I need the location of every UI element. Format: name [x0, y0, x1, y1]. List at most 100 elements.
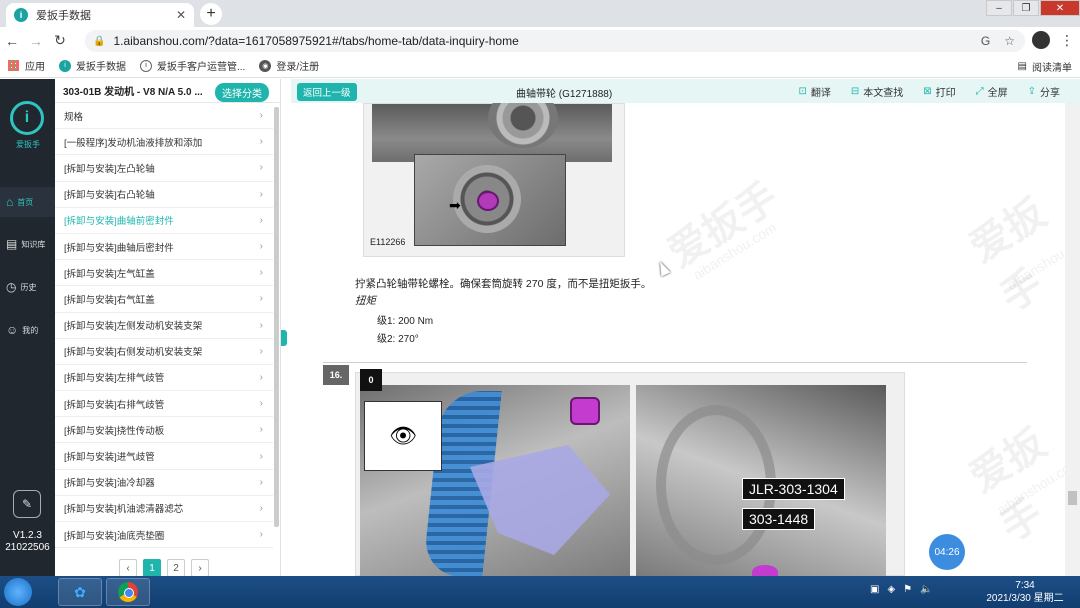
chevron-right-icon: ›: [259, 502, 263, 514]
toolbar-actions: ⊡ 翻译 ⊟ 本文查找 ⊠ 打印 ⤢ 全屏 ⇪ 分享: [798, 84, 1060, 99]
taskbar-clock[interactable]: 7:34 2021/3/30 星期二: [980, 579, 1070, 605]
chrome-logo-icon: [118, 582, 138, 602]
rail-item-mine[interactable]: ☺ 我的: [0, 315, 55, 345]
clock-icon: ◷: [6, 280, 17, 294]
category-item[interactable]: [拆卸与安装]机油滤清器滤芯 ›: [55, 496, 273, 522]
content-scrollbar[interactable]: [1065, 103, 1080, 576]
google-translate-icon[interactable]: G: [981, 34, 990, 48]
category-item[interactable]: [拆卸与安装]油冷却器 ›: [55, 470, 273, 496]
category-item-label: [拆卸与安装]右排气歧管: [64, 399, 165, 411]
url-input[interactable]: 🔒 1.aibanshou.com/?data=1617058975921#/t…: [85, 30, 1025, 52]
toolbar-share-button[interactable]: ⇪ 分享: [1028, 84, 1060, 99]
category-item[interactable]: [拆卸与安装]曲轴前密封件 ›: [55, 208, 273, 234]
timer-badge[interactable]: 04:26: [929, 534, 965, 570]
chevron-right-icon: ›: [259, 424, 263, 436]
bookmark-apps[interactable]: 应用: [8, 58, 45, 73]
rail-item-history[interactable]: ◷ 历史: [0, 272, 55, 302]
taskbar-app-360-icon[interactable]: ✿: [58, 578, 102, 606]
tray-shield-icon[interactable]: ◈: [887, 584, 895, 595]
home-icon: ⌂: [6, 195, 14, 209]
browser-menu-icon[interactable]: ⋮: [1060, 32, 1074, 49]
category-item-label: [拆卸与安装]曲轴前密封件: [64, 216, 174, 228]
close-window-button[interactable]: ✕: [1040, 0, 1080, 16]
category-item[interactable]: [拆卸与安装]右侧发动机安装支架 ›: [55, 339, 273, 365]
category-item[interactable]: [拆卸与安装]左气缸盖 ›: [55, 260, 273, 287]
start-button[interactable]: [4, 578, 32, 606]
category-item[interactable]: [一般程序]发动机油液排放和添加 ›: [55, 129, 273, 156]
figure-special-tool: 👁 0 JLR-303-1304 303-1448: [355, 369, 905, 576]
bolt-highlight: [570, 397, 600, 425]
reading-list-button[interactable]: ▤ 阅读清单: [1018, 59, 1072, 74]
watermark-url: aibanshou.com: [689, 219, 779, 283]
share-icon: ⇪: [1027, 86, 1036, 97]
view-direction-icon: 👁: [364, 401, 442, 471]
category-item[interactable]: 规格 ›: [55, 103, 273, 130]
category-scrollbar[interactable]: [274, 107, 279, 527]
page-button[interactable]: 2: [167, 559, 185, 577]
tab-title: 爱扳手数据: [36, 10, 91, 22]
tab-close-icon[interactable]: ✕: [176, 8, 186, 22]
new-tab-button[interactable]: +: [200, 3, 222, 25]
tray-network-icon[interactable]: ▣: [870, 584, 879, 595]
lock-icon: 🔒: [93, 35, 106, 47]
tray-volume-icon[interactable]: 🔈: [920, 584, 932, 595]
category-item[interactable]: [拆卸与安装]左侧发动机安装支架 ›: [55, 313, 273, 339]
category-item[interactable]: [拆卸与安装]油底壳垫圈 ›: [55, 522, 273, 549]
category-item-label: [拆卸与安装]左排气歧管: [64, 373, 165, 385]
category-item-label: [拆卸与安装]左侧发动机安装支架: [64, 321, 203, 333]
tray-flag-icon[interactable]: ⚑: [903, 584, 912, 595]
book-icon: ▤: [6, 237, 18, 251]
feedback-icon[interactable]: ✎: [13, 490, 41, 518]
bookmark-login[interactable]: ◉ 登录/注册: [259, 58, 319, 73]
next-page-icon[interactable]: ›: [191, 559, 209, 577]
translate-icon: ⊡: [798, 86, 807, 97]
toolbar-print-button[interactable]: ⊠ 打印: [923, 84, 955, 99]
category-item[interactable]: [拆卸与安装]左排气歧管 ›: [55, 365, 273, 392]
reload-icon[interactable]: ↻: [48, 32, 72, 49]
minimize-button[interactable]: –: [986, 0, 1012, 16]
browser-tab-bar: i 爱扳手数据 ✕ + – ❐ ✕: [0, 0, 1080, 27]
watermark-url: aibanshou.com: [993, 454, 1065, 518]
bookmark-customer-ops[interactable]: i 爱扳手客户运营管...: [140, 58, 245, 73]
category-item-label: [拆卸与安装]进气歧管: [64, 452, 155, 464]
browser-tab[interactable]: i 爱扳手数据 ✕: [6, 3, 194, 27]
category-item-label: [拆卸与安装]机油滤清器滤芯: [64, 504, 184, 516]
torque-stage-1: 级1: 200 Nm: [377, 316, 434, 327]
toolbar-fullscreen-button[interactable]: ⤢ 全屏: [976, 84, 1008, 99]
scrollbar-thumb[interactable]: [1068, 491, 1077, 505]
prev-page-icon[interactable]: ‹: [119, 559, 137, 577]
page-button[interactable]: 1: [143, 559, 161, 577]
category-item[interactable]: [拆卸与安装]右气缸盖 ›: [55, 286, 273, 313]
toolbar-find-button[interactable]: ⊟ 本文查找: [851, 84, 903, 99]
chevron-right-icon: ›: [259, 136, 263, 148]
forward-arrow-icon[interactable]: →: [24, 33, 48, 49]
url-text: 1.aibanshou.com/?data=1617058975921#/tab…: [113, 34, 519, 48]
tool-label: 303-1448: [742, 508, 816, 530]
rail-item-knowledge[interactable]: ▤ 知识库: [0, 229, 55, 259]
globe-icon: ◉: [259, 59, 272, 72]
category-item[interactable]: [拆卸与安装]挠性传动板 ›: [55, 417, 273, 444]
chevron-right-icon: ›: [259, 110, 263, 122]
category-item[interactable]: [拆卸与安装]右凸轮轴 ›: [55, 182, 273, 208]
select-category-button[interactable]: 选择分类: [215, 83, 269, 102]
rail-item-home[interactable]: ⌂ 首页: [0, 187, 55, 217]
toolbar-action-label: 分享: [1040, 88, 1060, 99]
category-item[interactable]: [拆卸与安装]曲轴后密封件 ›: [55, 234, 273, 261]
profile-avatar[interactable]: [1032, 31, 1050, 49]
category-item[interactable]: [拆卸与安装]右排气歧管 ›: [55, 391, 273, 418]
category-item[interactable]: [拆卸与安装]左凸轮轴 ›: [55, 155, 273, 182]
toolbar-translate-button[interactable]: ⊡ 翻译: [798, 84, 830, 99]
chevron-right-icon: ›: [259, 267, 263, 279]
bookmark-aibanshou-data[interactable]: i 爱扳手数据: [59, 58, 126, 73]
bookmark-star-icon[interactable]: ☆: [1004, 34, 1015, 48]
panel-collapse-handle[interactable]: [281, 330, 287, 346]
maximize-button[interactable]: ❐: [1013, 0, 1039, 16]
tool-label: JLR-303-1304: [742, 478, 845, 500]
taskbar-chrome-icon[interactable]: [106, 578, 150, 606]
chevron-right-icon: ›: [259, 162, 263, 174]
category-item[interactable]: [拆卸与安装]进气歧管 ›: [55, 443, 273, 470]
back-button[interactable]: 返回上一级: [297, 83, 357, 101]
watermark: 爱扳手: [660, 174, 786, 276]
back-arrow-icon[interactable]: ←: [0, 33, 24, 49]
figure-id: E112266: [370, 237, 406, 247]
